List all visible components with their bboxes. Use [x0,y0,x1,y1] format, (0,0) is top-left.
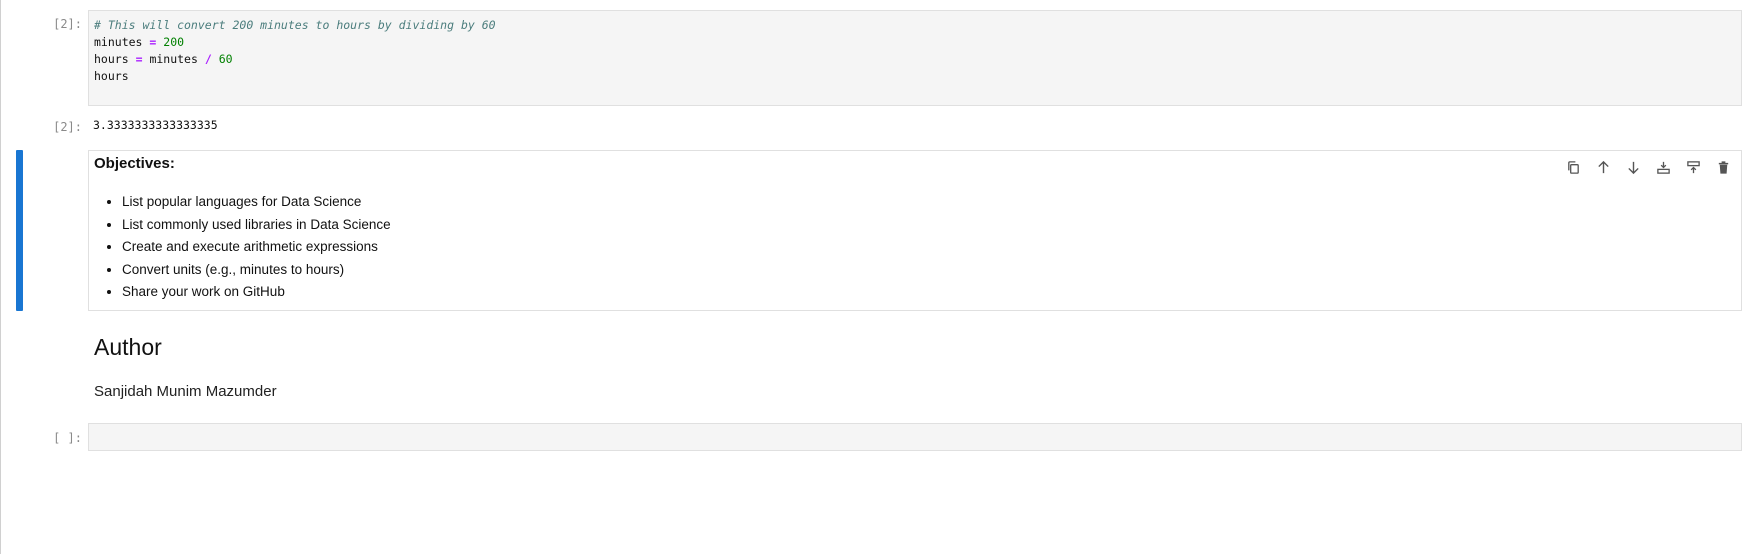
code-number: 60 [218,52,233,66]
code-operator: = [149,35,157,49]
insert-cell-below-button[interactable] [1653,157,1673,177]
code-token: minutes [149,52,198,66]
cell-toolbar [1563,157,1733,177]
code-comment: # This will convert 200 minutes to hours… [94,18,496,32]
list-item: Convert units (e.g., minutes to hours) [122,259,391,282]
code-token: minutes [94,35,143,49]
duplicate-cell-button[interactable] [1563,157,1583,177]
duplicate-icon [1567,160,1579,174]
insert-below-icon [1656,161,1670,174]
author-heading: Author [94,334,162,360]
code-token: hours [94,69,129,83]
list-item: List popular languages for Data Science [122,191,391,214]
author-name: Sanjidah Munim Mazumder [94,383,277,400]
empty-code-cell-editor[interactable] [88,423,1742,451]
output-prompt: [2]: [53,120,82,134]
move-down-icon [1627,161,1639,174]
move-up-icon [1597,160,1609,173]
list-item: Create and execute arithmetic expression… [122,236,391,259]
code-cell-editor[interactable]: # This will convert 200 minutes to hours… [88,10,1742,106]
code-number: 200 [163,35,185,49]
objectives-list: List popular languages for Data Science … [89,191,391,304]
delete-icon [1718,160,1728,174]
move-cell-up-button[interactable] [1593,157,1613,177]
insert-above-icon [1686,160,1700,173]
code-operator: / [204,52,212,66]
empty-cell-prompt: [ ]: [53,431,82,445]
move-cell-down-button[interactable] [1623,157,1643,177]
delete-cell-button[interactable] [1713,157,1733,177]
code-token: hours [94,52,129,66]
insert-cell-above-button[interactable] [1683,157,1703,177]
code-cell-prompt: [2]: [53,17,82,31]
cell-output: 3.3333333333333335 [93,118,218,132]
list-item: List commonly used libraries in Data Sci… [122,214,391,237]
objectives-heading: Objectives: [94,155,175,172]
notebook-left-border [0,0,1,554]
markdown-cell-objectives[interactable]: Objectives: List popular languages for D… [88,150,1742,311]
active-cell-indicator[interactable] [16,150,23,311]
list-item: Share your work on GitHub [122,281,391,304]
code-content: # This will convert 200 minutes to hours… [89,11,1741,91]
code-operator: = [135,52,143,66]
